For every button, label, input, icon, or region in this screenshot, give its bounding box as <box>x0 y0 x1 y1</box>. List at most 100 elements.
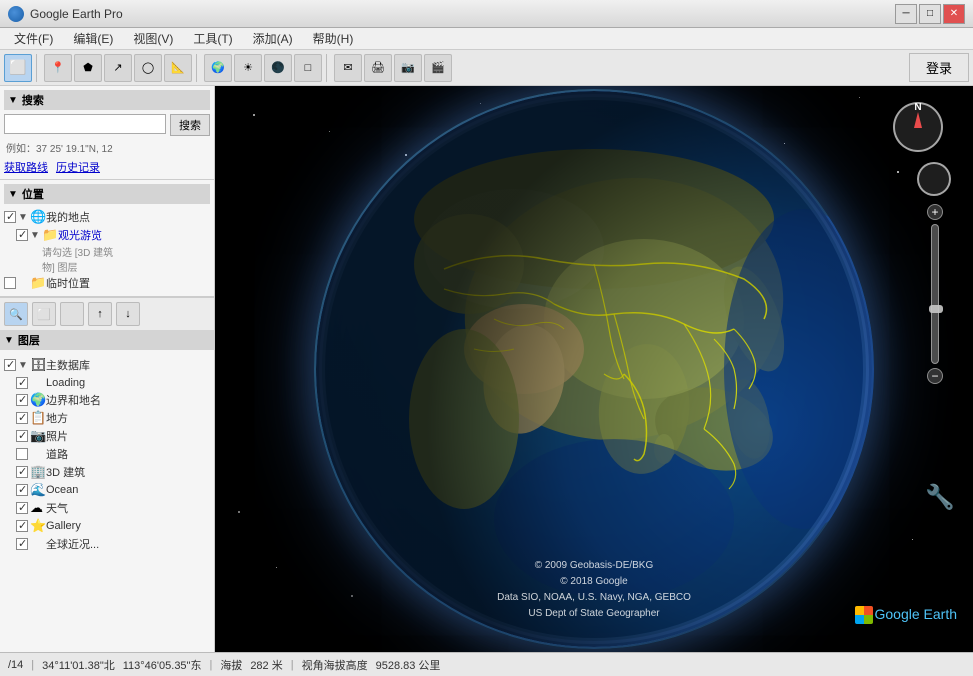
layers-section: ▼ 图层 ▼ 🗄 主数据库 Loading <box>0 330 214 652</box>
login-button[interactable]: 登录 <box>909 53 969 82</box>
tree-item-photos[interactable]: 📷 照片 <box>4 427 210 445</box>
sightseeing-hint: 请勾选 [3D 建筑物] 图层 <box>4 244 210 274</box>
map-area[interactable]: N + − 🔧 © 2009 Geobasis-DE/BKG © 2018 Go… <box>215 86 973 652</box>
tree-item-ocean[interactable]: 🌊 Ocean <box>4 481 210 499</box>
toolbar-print-btn[interactable]: 🖨 <box>364 54 392 82</box>
toolbar-path-btn[interactable]: ↗ <box>104 54 132 82</box>
tree-item-borders[interactable]: 🌍 边界和地名 <box>4 391 210 409</box>
sightseeing-checkbox[interactable] <box>16 229 28 241</box>
tree-item-places[interactable]: 📋 地方 <box>4 409 210 427</box>
toolbar-movie-btn[interactable]: 🎬 <box>424 54 452 82</box>
toolbar-moon-btn[interactable]: 🌑 <box>264 54 292 82</box>
tree-item-roads[interactable]: 道路 <box>4 445 210 463</box>
toolbar-screenshot-btn[interactable]: 📷 <box>394 54 422 82</box>
main-layout: ▼ 搜索 搜索 例如：37 25' 19.1"N, 12 获取路线 历史记录 ▼… <box>0 86 973 652</box>
news-label: 全球近况... <box>46 536 99 552</box>
search-header[interactable]: ▼ 搜索 <box>4 90 210 110</box>
toolbar-sky-btn[interactable]: □ <box>294 54 322 82</box>
zoom-thumb[interactable] <box>929 305 943 313</box>
photos-checkbox[interactable] <box>16 430 28 442</box>
status-zoom: /14 <box>8 659 23 671</box>
history-link[interactable]: 历史记录 <box>56 159 100 175</box>
minimize-button[interactable]: ─ <box>895 4 917 24</box>
sightseeing-label: 观光游览 <box>58 227 102 243</box>
layers-header[interactable]: ▼ 图层 <box>0 330 214 350</box>
get-route-link[interactable]: 获取路线 <box>4 159 48 175</box>
menu-tools[interactable]: 工具(T) <box>183 28 242 49</box>
temp-label: 临时位置 <box>46 275 90 291</box>
places-arrow-icon: ▼ <box>8 189 18 200</box>
status-lat: 34°11'01.38"北 <box>42 657 115 673</box>
map-copyright: © 2009 Geobasis-DE/BKG © 2018 Google Dat… <box>497 558 691 622</box>
gallery-checkbox[interactable] <box>16 520 28 532</box>
status-elevation-label: 海拔 <box>220 657 242 673</box>
menu-file[interactable]: 文件(F) <box>4 28 63 49</box>
nav-up-btn[interactable]: ↑ <box>88 302 112 326</box>
toolbar-placemark-btn[interactable]: 📍 <box>44 54 72 82</box>
window-controls: ─ □ ✕ <box>895 4 965 24</box>
compass[interactable]: N <box>893 102 943 152</box>
toolbar-measure-btn[interactable]: 📐 <box>164 54 192 82</box>
nav-search-btn[interactable]: 🔍 <box>4 302 28 326</box>
copyright-line4: US Dept of State Geographer <box>497 606 691 622</box>
nav-circle[interactable] <box>917 162 951 196</box>
shovel-icon: 🔧 <box>925 483 955 512</box>
3d-checkbox[interactable] <box>16 466 28 478</box>
search-button[interactable]: 搜索 <box>170 114 210 136</box>
toolbar-circle-btn[interactable]: ◯ <box>134 54 162 82</box>
layers-arrow-icon: ▼ <box>4 335 14 346</box>
news-checkbox[interactable] <box>16 538 28 550</box>
menu-edit[interactable]: 编辑(E) <box>63 28 123 49</box>
places-header[interactable]: ▼ 位置 <box>4 184 210 204</box>
close-button[interactable]: ✕ <box>943 4 965 24</box>
maindb-checkbox[interactable] <box>4 359 16 371</box>
tree-item-myplaces[interactable]: ▼ 🌐 我的地点 <box>4 208 210 226</box>
menu-bar: 文件(F) 编辑(E) 视图(V) 工具(T) 添加(A) 帮助(H) <box>0 28 973 50</box>
photos-label: 照片 <box>46 428 68 444</box>
roads-label: 道路 <box>46 446 68 462</box>
search-input[interactable] <box>4 114 166 134</box>
myplaces-icon: 🌐 <box>30 209 46 225</box>
toolbar-earth-btn[interactable]: 🌍 <box>204 54 232 82</box>
myplaces-checkbox[interactable] <box>4 211 16 223</box>
borders-checkbox[interactable] <box>16 394 28 406</box>
menu-add[interactable]: 添加(A) <box>243 28 303 49</box>
tree-item-loading[interactable]: Loading <box>4 374 210 391</box>
news-icon <box>30 537 46 552</box>
temp-checkbox[interactable] <box>4 277 16 289</box>
weather-checkbox[interactable] <box>16 502 28 514</box>
layers-scroll[interactable]: ▼ 🗄 主数据库 Loading 🌍 边界和地名 <box>0 354 214 652</box>
tree-item-temp[interactable]: 📁 临时位置 <box>4 274 210 292</box>
tree-item-news[interactable]: 全球近况... <box>4 535 210 553</box>
maindb-arrow-icon: ▼ <box>18 360 30 371</box>
status-sep-1: | <box>31 659 34 671</box>
maximize-button[interactable]: □ <box>919 4 941 24</box>
places-layer-checkbox[interactable] <box>16 412 28 424</box>
window-title: Google Earth Pro <box>30 7 895 21</box>
nav-blank2-btn[interactable] <box>60 302 84 326</box>
toolbar-grid-btn[interactable]: ⬜ <box>4 54 32 82</box>
tree-item-3d[interactable]: 🏢 3D 建筑 <box>4 463 210 481</box>
loading-checkbox[interactable] <box>16 377 28 389</box>
tree-item-gallery[interactable]: ⭐ Gallery <box>4 517 210 535</box>
zoom-minus-icon[interactable]: − <box>927 368 943 384</box>
nav-blank-btn[interactable]: ⬜ <box>32 302 56 326</box>
toolbar-polygon-btn[interactable]: ⬟ <box>74 54 102 82</box>
menu-view[interactable]: 视图(V) <box>123 28 183 49</box>
menu-help[interactable]: 帮助(H) <box>303 28 364 49</box>
roads-checkbox[interactable] <box>16 448 28 460</box>
toolbar-sun-btn[interactable]: ☀ <box>234 54 262 82</box>
zoom-slider[interactable]: + − <box>927 204 943 384</box>
nav-down-btn[interactable]: ↓ <box>116 302 140 326</box>
status-sep-3: | <box>291 659 294 671</box>
toolbar-email-btn[interactable]: ✉ <box>334 54 362 82</box>
places-header-label: 位置 <box>22 186 44 202</box>
tree-item-maindb[interactable]: ▼ 🗄 主数据库 <box>4 356 210 374</box>
borders-label: 边界和地名 <box>46 392 101 408</box>
tree-item-weather[interactable]: ☁ 天气 <box>4 499 210 517</box>
ocean-checkbox[interactable] <box>16 484 28 496</box>
layers-header-label: 图层 <box>18 332 40 348</box>
tree-item-sightseeing[interactable]: ▼ 📁 观光游览 <box>4 226 210 244</box>
zoom-track[interactable] <box>931 224 939 364</box>
zoom-plus-icon[interactable]: + <box>927 204 943 220</box>
